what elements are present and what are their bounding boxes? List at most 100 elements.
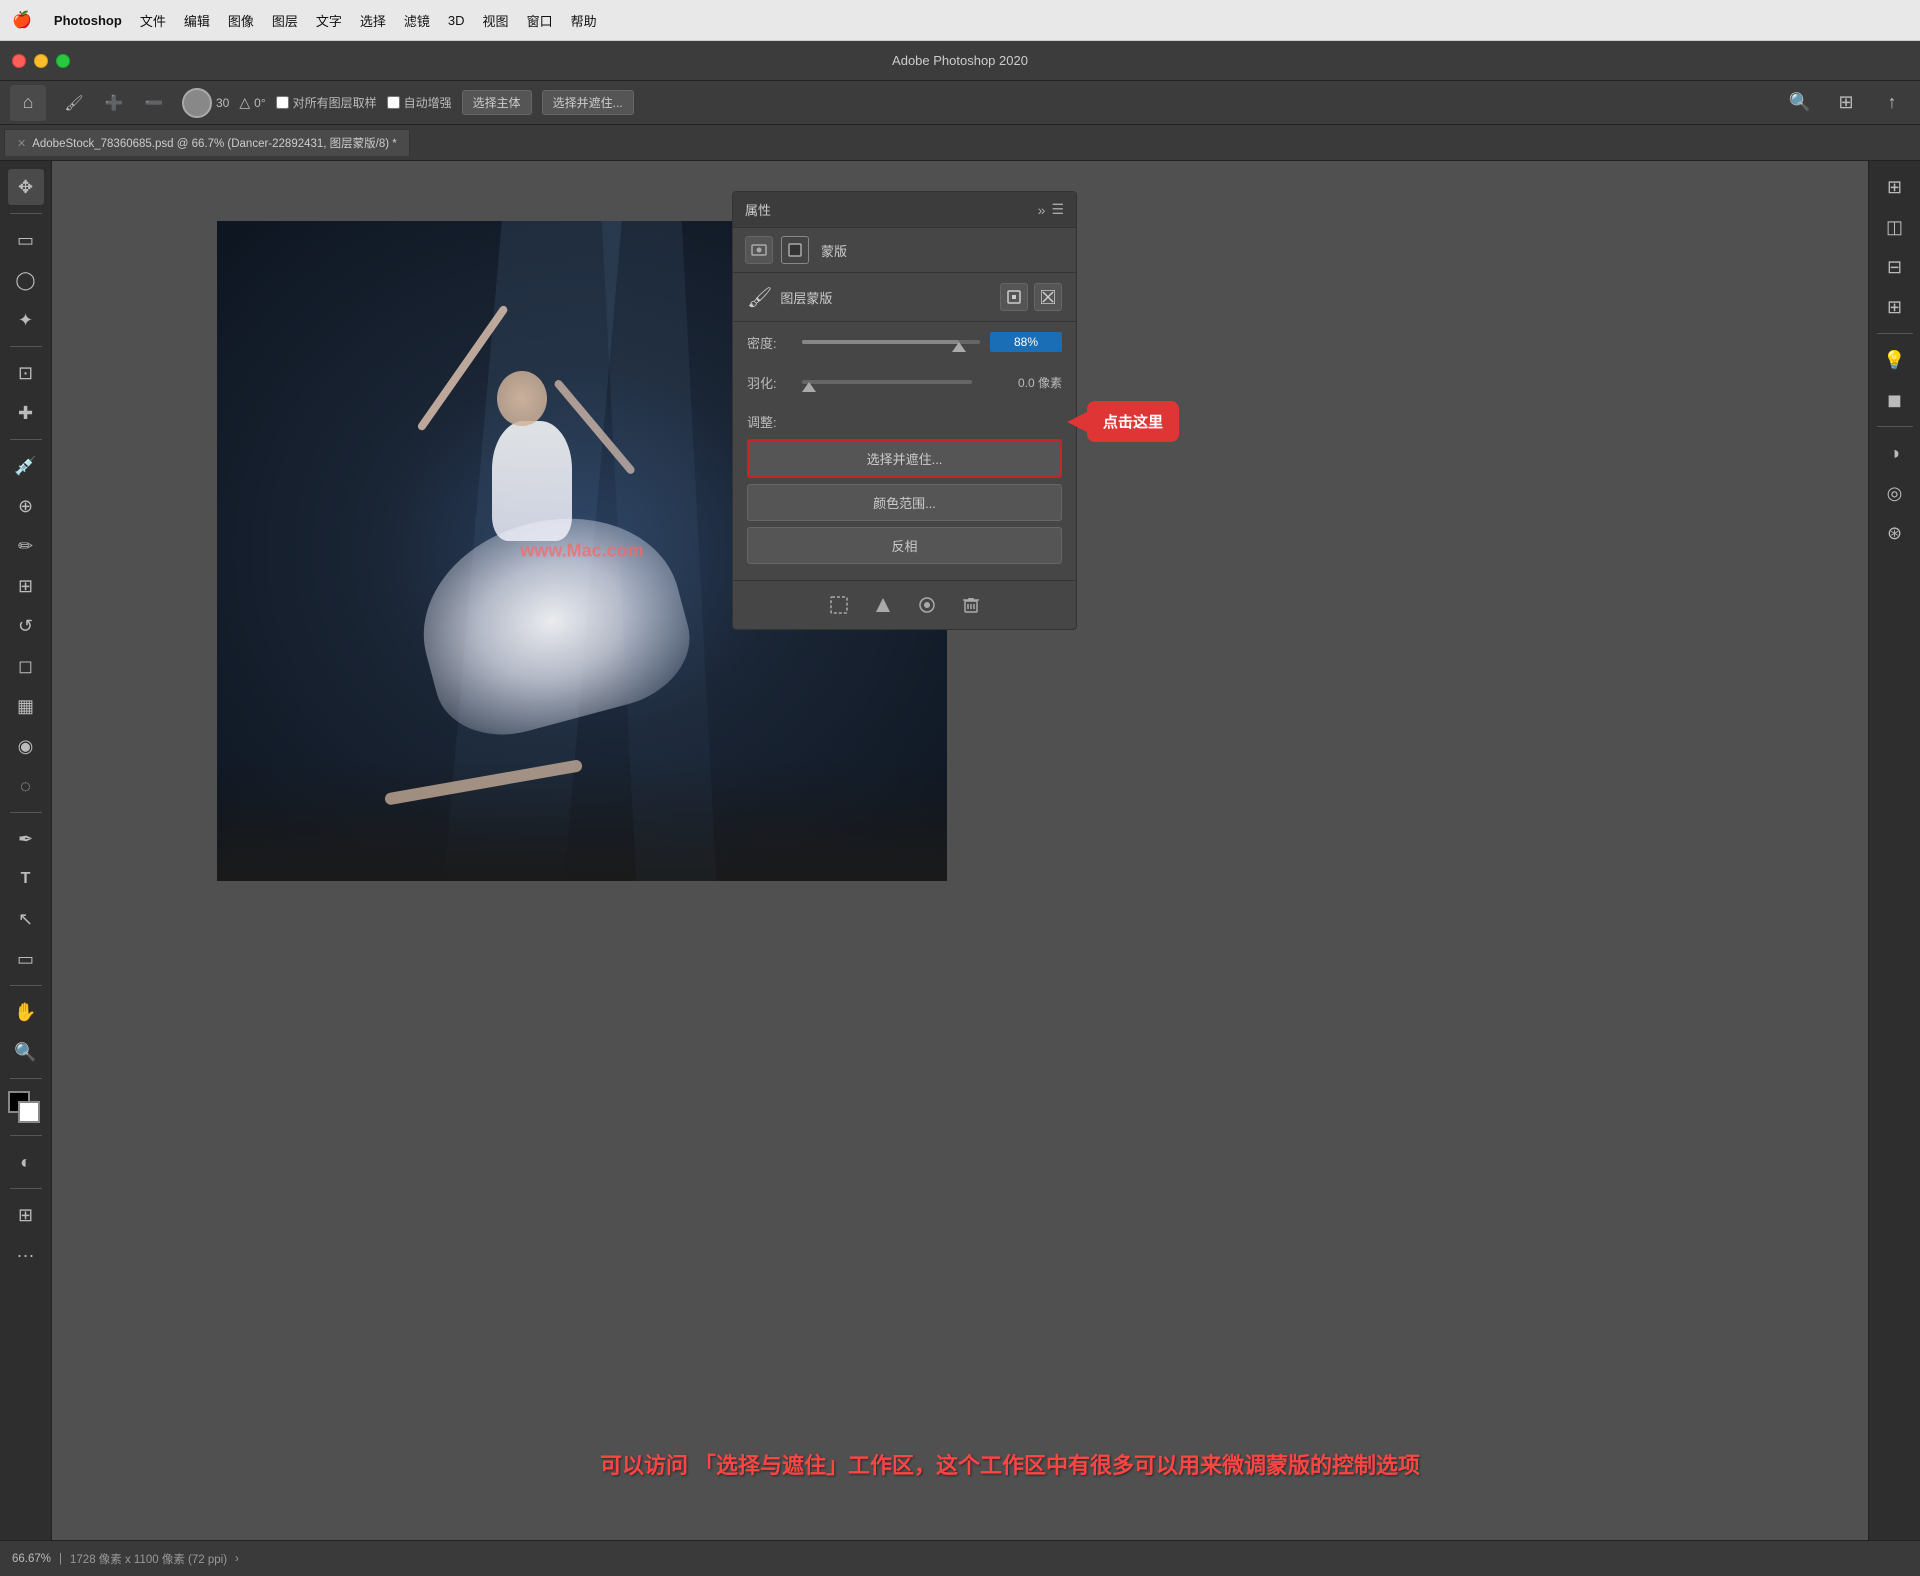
properties-controls: » ☰: [1038, 201, 1064, 218]
crop-tool[interactable]: ⊡: [8, 355, 44, 391]
density-label: 密度:: [747, 333, 792, 352]
layer-mask-section: 🖌 图层蒙版: [733, 273, 1076, 322]
menu-image[interactable]: 图像: [228, 11, 254, 30]
feather-row: 羽化: 0.0 像素: [733, 362, 1076, 402]
density-slider[interactable]: [802, 340, 980, 344]
select-mask-btn[interactable]: 选择并遮住...: [747, 439, 1062, 478]
density-slider-thumb[interactable]: [952, 342, 966, 352]
eyedropper-tool[interactable]: 💉: [8, 448, 44, 484]
magic-wand-tool[interactable]: ✦: [8, 302, 44, 338]
feather-slider[interactable]: [802, 380, 972, 384]
menu-select[interactable]: 选择: [360, 11, 386, 30]
feather-slider-thumb[interactable]: [802, 382, 816, 392]
callout-bubble: 点击这里: [1087, 401, 1179, 442]
menu-edit[interactable]: 编辑: [184, 11, 210, 30]
properties-menu-icon[interactable]: ☰: [1051, 201, 1064, 218]
density-value-input[interactable]: 88%: [990, 332, 1062, 352]
measure-tool[interactable]: ✚: [8, 395, 44, 431]
gradient-tool[interactable]: ▦: [8, 688, 44, 724]
menu-3d[interactable]: 3D: [448, 13, 465, 28]
right-panel-icon-6[interactable]: ◼: [1877, 382, 1913, 418]
color-swatch[interactable]: [8, 1091, 44, 1127]
enable-disable-mask-icon[interactable]: [913, 591, 941, 619]
menu-window[interactable]: 窗口: [527, 11, 553, 30]
menu-layer[interactable]: 图层: [272, 11, 298, 30]
search-icon[interactable]: 🔍: [1782, 85, 1818, 121]
fullscreen-button[interactable]: [56, 54, 70, 68]
delete-mask-icon[interactable]: [957, 591, 985, 619]
shape-tool[interactable]: ▭: [8, 941, 44, 977]
lasso-tool[interactable]: ◯: [8, 262, 44, 298]
density-row: 密度: 88%: [733, 322, 1076, 362]
menu-filter[interactable]: 滤镜: [404, 11, 430, 30]
tab-mask-icon[interactable]: [781, 236, 809, 264]
screen-mode-icon[interactable]: ⊞: [8, 1197, 44, 1233]
healing-tool[interactable]: ⊕: [8, 488, 44, 524]
brush-mode-icon[interactable]: 🖌: [56, 85, 92, 121]
apple-icon[interactable]: 🍎: [12, 10, 32, 30]
right-panel-icon-2[interactable]: ◫: [1877, 209, 1913, 245]
right-panel-icon-7[interactable]: ◑: [1877, 435, 1913, 471]
hand-tool[interactable]: ✋: [8, 994, 44, 1030]
document-tab[interactable]: ✕ AdobeStock_78360685.psd @ 66.7% (Dance…: [4, 129, 410, 156]
text-tool[interactable]: T: [8, 861, 44, 897]
blur-tool[interactable]: ◉: [8, 728, 44, 764]
right-panel-icon-4[interactable]: ⊞: [1877, 289, 1913, 325]
auto-enhance-checkbox[interactable]: [387, 96, 400, 109]
right-panel-icon-9[interactable]: ⊛: [1877, 515, 1913, 551]
quick-mask-icon[interactable]: ◐: [8, 1144, 44, 1180]
tab-bar: ✕ AdobeStock_78360685.psd @ 66.7% (Dance…: [0, 125, 1920, 161]
tab-close-icon[interactable]: ✕: [17, 137, 26, 150]
invert-btn[interactable]: 反相: [747, 527, 1062, 564]
properties-expand-icon[interactable]: »: [1038, 202, 1046, 218]
statusbar-separator: |: [59, 1553, 62, 1565]
feather-label: 羽化:: [747, 373, 792, 392]
mask-action-buttons: [1000, 283, 1062, 311]
home-icon[interactable]: ⌂: [10, 85, 46, 121]
right-panel-icon-1[interactable]: ⊞: [1877, 169, 1913, 205]
select-subject-button[interactable]: 选择主体: [462, 90, 532, 115]
apply-mask-to-selection-icon[interactable]: [869, 591, 897, 619]
move-tool[interactable]: ✥: [8, 169, 44, 205]
brush-remove-icon[interactable]: ➖: [136, 85, 172, 121]
close-button[interactable]: [12, 54, 26, 68]
background-color[interactable]: [18, 1101, 40, 1123]
select-mask-button[interactable]: 选择并遮住...: [542, 90, 634, 115]
tab-photo-icon[interactable]: [745, 236, 773, 264]
extras-icon[interactable]: ···: [8, 1237, 44, 1273]
color-range-btn[interactable]: 颜色范围...: [747, 484, 1062, 521]
view-options-icon[interactable]: ⊞: [1828, 85, 1864, 121]
right-panel-icon-3[interactable]: ⊟: [1877, 249, 1913, 285]
menu-text[interactable]: 文字: [316, 11, 342, 30]
right-panel-icon-5[interactable]: 💡: [1877, 342, 1913, 378]
history-brush-tool[interactable]: ↺: [8, 608, 44, 644]
apply-mask-button[interactable]: [1000, 283, 1028, 311]
brush-tool[interactable]: ✏: [8, 528, 44, 564]
zoom-tool[interactable]: 🔍: [8, 1034, 44, 1070]
minimize-button[interactable]: [34, 54, 48, 68]
share-icon[interactable]: ↑: [1874, 85, 1910, 121]
brush-add-icon[interactable]: ➕: [96, 85, 132, 121]
menu-help[interactable]: 帮助: [571, 11, 597, 30]
angle-value: 0°: [254, 96, 265, 110]
eraser-tool[interactable]: ◻: [8, 648, 44, 684]
pen-tool[interactable]: ✒: [8, 821, 44, 857]
selection-from-mask-icon[interactable]: [825, 591, 853, 619]
separator-2: [10, 346, 42, 347]
properties-footer: [733, 580, 1076, 629]
menu-view[interactable]: 视图: [483, 11, 509, 30]
auto-enhance-label: 自动增强: [404, 94, 452, 111]
right-panel-icon-8[interactable]: ◎: [1877, 475, 1913, 511]
edit-mask-button[interactable]: [1034, 283, 1062, 311]
separator-7: [10, 1135, 42, 1136]
menu-file[interactable]: 文件: [140, 11, 166, 30]
app-name[interactable]: Photoshop: [54, 13, 122, 28]
path-selection-tool[interactable]: ↖: [8, 901, 44, 937]
info-arrow[interactable]: ›: [235, 1553, 239, 1565]
dodge-tool[interactable]: ◌: [8, 768, 44, 804]
stamp-tool[interactable]: ⊞: [8, 568, 44, 604]
window-title: Adobe Photoshop 2020: [892, 53, 1028, 68]
sample-all-checkbox[interactable]: [276, 96, 289, 109]
brush-preview[interactable]: [182, 88, 212, 118]
marquee-tool[interactable]: ▭: [8, 222, 44, 258]
